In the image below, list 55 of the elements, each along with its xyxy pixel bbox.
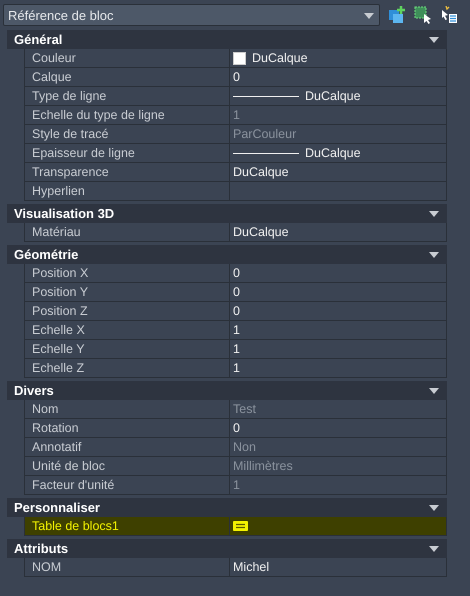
property-value[interactable]: 0: [233, 70, 240, 84]
property-label: Echelle X: [32, 323, 85, 337]
collapse-caret-icon: [429, 210, 439, 216]
caret-icon: [364, 13, 374, 19]
property-label: Unité de bloc: [32, 459, 105, 473]
property-label: Matériau: [32, 225, 81, 239]
property-label: NOM: [32, 560, 62, 574]
property-label: Type de ligne: [32, 89, 106, 103]
property-label: Couleur: [32, 51, 76, 65]
block-type-dropdown[interactable]: Référence de bloc: [3, 4, 380, 26]
property-label: Position X: [32, 266, 88, 280]
section-header[interactable]: Divers: [7, 381, 447, 400]
property-value[interactable]: DuCalque: [252, 51, 308, 65]
section-header[interactable]: Géométrie: [7, 245, 447, 264]
property-label: Transparence: [32, 165, 109, 179]
property-value[interactable]: 1: [233, 323, 240, 337]
collapse-caret-icon: [429, 252, 439, 258]
select-objects-icon[interactable]: [414, 6, 432, 24]
collapse-caret-icon: [429, 504, 439, 510]
property-label: Annotatif: [32, 440, 82, 454]
quick-select-icon[interactable]: [440, 6, 458, 24]
property-label: Position Y: [32, 285, 88, 299]
collapse-caret-icon: [429, 388, 439, 394]
property-value[interactable]: Michel: [233, 560, 270, 574]
property-label: Echelle Y: [32, 342, 85, 356]
property-label: Rotation: [32, 421, 79, 435]
line-sample: [233, 152, 299, 154]
section-header[interactable]: Attributs: [7, 539, 447, 558]
property-label: Style de tracé: [32, 127, 108, 141]
property-value[interactable]: DuCalque: [233, 165, 289, 179]
section-header[interactable]: Général: [7, 30, 447, 49]
property-label: Echelle Z: [32, 361, 84, 375]
section-header[interactable]: Visualisation 3D: [7, 204, 447, 223]
property-label: Table de blocs1: [32, 519, 119, 533]
property-value[interactable]: 0: [233, 266, 240, 280]
property-label: Position Z: [32, 304, 88, 318]
add-objects-icon[interactable]: [388, 6, 406, 24]
property-label: Nom: [32, 402, 58, 416]
collapse-caret-icon: [429, 546, 439, 552]
property-value[interactable]: 0: [233, 421, 240, 435]
property-label: Epaisseur de ligne: [32, 146, 135, 160]
property-value[interactable]: 1: [233, 361, 240, 375]
property-label: Echelle du type de ligne: [32, 108, 165, 122]
collapse-caret-icon: [429, 36, 439, 42]
property-label: Facteur d'unité: [32, 478, 114, 492]
section-header[interactable]: Personnaliser: [7, 498, 447, 517]
property-value[interactable]: DuCalque: [305, 146, 361, 160]
property-value[interactable]: 0: [233, 304, 240, 318]
property-label: Hyperlien: [32, 184, 85, 198]
table-icon[interactable]: [233, 521, 248, 531]
property-value[interactable]: 1: [233, 342, 240, 356]
property-label: Calque: [32, 70, 72, 84]
property-value[interactable]: DuCalque: [233, 225, 289, 239]
property-value[interactable]: 0: [233, 285, 240, 299]
property-value[interactable]: DuCalque: [305, 89, 361, 103]
